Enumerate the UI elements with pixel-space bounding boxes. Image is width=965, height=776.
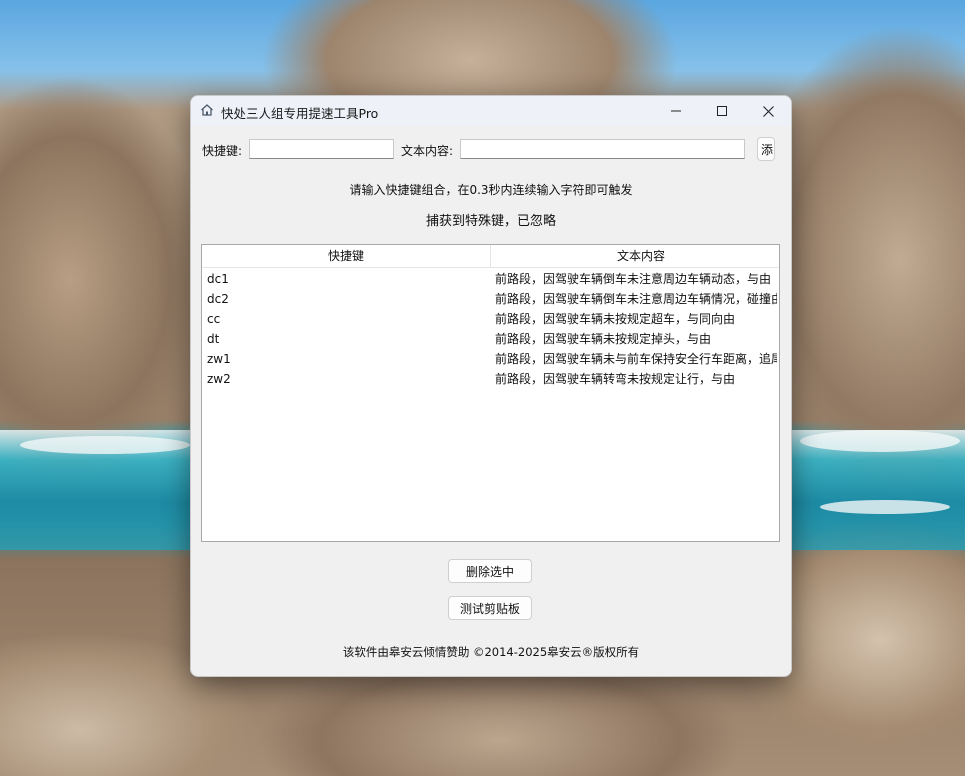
hotkey-label: 快捷键: bbox=[202, 144, 243, 158]
text-content-input[interactable] bbox=[460, 139, 745, 159]
row-text: 前路段，因驾驶车辆转弯未按规定让行，与由 bbox=[495, 372, 736, 386]
maximize-button[interactable] bbox=[699, 96, 745, 126]
table-body: dc1 前路段，因驾驶车辆倒车未注意周边车辆动态，与由 dc2 前路段，因驾驶车… bbox=[202, 269, 779, 389]
row-hotkey: zw1 bbox=[207, 352, 231, 366]
column-header-text[interactable]: 文本内容 bbox=[491, 245, 779, 267]
table-header: 快捷键 文本内容 bbox=[202, 245, 779, 268]
minimize-icon bbox=[671, 110, 681, 112]
app-window: 快处三人组专用提速工具Pro 快捷键: 文本内容: 添 请输入快捷键组合，在0.… bbox=[190, 95, 792, 677]
table-row[interactable]: cc 前路段，因驾驶车辆未按规定超车，与同向由 bbox=[202, 309, 779, 329]
row-hotkey: cc bbox=[207, 312, 221, 326]
status-message: 捕获到特殊键，已忽略 bbox=[425, 214, 556, 229]
table-row[interactable]: dc1 前路段，因驾驶车辆倒车未注意周边车辆动态，与由 bbox=[202, 269, 779, 289]
row-text: 前路段，因驾驶车辆未与前车保持安全行车距离，追尾 bbox=[495, 352, 777, 366]
maximize-icon bbox=[717, 106, 727, 116]
wallpaper-foam bbox=[800, 430, 960, 452]
row-text: 前路段，因驾驶车辆倒车未注意周边车辆动态，与由 bbox=[495, 272, 772, 286]
hotkey-input[interactable] bbox=[249, 139, 394, 159]
delete-selected-button[interactable]: 删除选中 bbox=[448, 559, 532, 583]
row-hotkey: dt bbox=[207, 332, 220, 346]
table-row[interactable]: zw1 前路段，因驾驶车辆未与前车保持安全行车距离，追尾 bbox=[202, 349, 779, 369]
row-text: 前路段，因驾驶车辆未按规定掉头，与由 bbox=[495, 332, 712, 346]
add-button[interactable]: 添 bbox=[757, 137, 775, 161]
close-icon bbox=[762, 105, 774, 117]
window-title: 快处三人组专用提速工具Pro bbox=[221, 106, 379, 121]
usage-hint: 请输入快捷键组合，在0.3秒内连续输入字符即可触发 bbox=[349, 183, 633, 197]
shortcut-table[interactable]: 快捷键 文本内容 dc1 前路段，因驾驶车辆倒车未注意周边车辆动态，与由 dc2… bbox=[201, 244, 780, 542]
column-header-hotkey[interactable]: 快捷键 bbox=[202, 245, 491, 267]
text-content-label: 文本内容: bbox=[401, 144, 454, 158]
app-home-icon bbox=[201, 104, 213, 116]
copyright-footer: 该软件由皋安云倾情赞助 ©2014-2025皋安云®版权所有 bbox=[342, 645, 640, 659]
minimize-button[interactable] bbox=[653, 96, 699, 126]
close-button[interactable] bbox=[745, 96, 791, 126]
test-clipboard-button[interactable]: 测试剪贴板 bbox=[448, 596, 532, 620]
row-hotkey: zw2 bbox=[207, 372, 231, 386]
wallpaper-foam bbox=[20, 436, 190, 454]
row-text: 前路段，因驾驶车辆倒车未注意周边车辆情况，碰撞由 bbox=[495, 292, 777, 306]
table-row[interactable]: dt 前路段，因驾驶车辆未按规定掉头，与由 bbox=[202, 329, 779, 349]
row-text: 前路段，因驾驶车辆未按规定超车，与同向由 bbox=[495, 312, 736, 326]
row-hotkey: dc2 bbox=[207, 292, 229, 306]
wallpaper-foam bbox=[820, 500, 950, 514]
table-row[interactable]: dc2 前路段，因驾驶车辆倒车未注意周边车辆情况，碰撞由 bbox=[202, 289, 779, 309]
row-hotkey: dc1 bbox=[207, 272, 229, 286]
title-bar[interactable]: 快处三人组专用提速工具Pro bbox=[191, 96, 791, 126]
table-row[interactable]: zw2 前路段，因驾驶车辆转弯未按规定让行，与由 bbox=[202, 369, 779, 389]
